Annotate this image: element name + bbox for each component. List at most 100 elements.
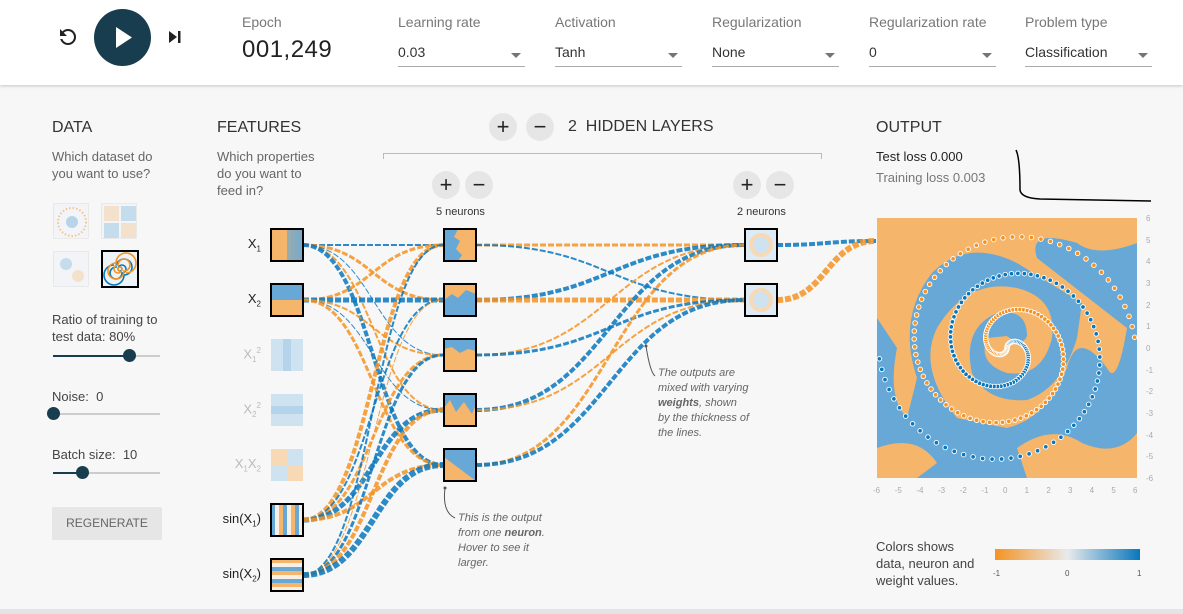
data-point xyxy=(1131,334,1138,340)
data-point xyxy=(948,339,954,345)
data-point xyxy=(986,419,993,426)
data-point xyxy=(1093,331,1099,337)
data-point xyxy=(1053,280,1060,287)
data-point xyxy=(1038,403,1044,409)
data-point xyxy=(1076,415,1083,422)
legend-tick: 0 xyxy=(1065,569,1070,578)
hidden1-neuron-5[interactable] xyxy=(443,448,477,482)
data-point xyxy=(948,324,955,330)
data-point xyxy=(1071,422,1077,429)
weight-link[interactable] xyxy=(302,299,444,576)
neuron-note-pointer xyxy=(444,487,456,519)
data-point xyxy=(1070,293,1077,299)
data-point xyxy=(1075,298,1082,304)
data-point xyxy=(1017,415,1024,421)
data-point xyxy=(1008,270,1015,277)
data-point xyxy=(1084,310,1090,316)
data-point xyxy=(1126,313,1132,320)
feature-node-5[interactable] xyxy=(271,449,303,481)
neuron-note-line2: from one xyxy=(458,527,502,539)
feature-node-3[interactable] xyxy=(271,339,303,371)
feature-node-1[interactable] xyxy=(270,228,304,262)
data-point xyxy=(915,359,921,365)
feature-node-6[interactable] xyxy=(270,503,304,537)
hidden1-neuron-2[interactable] xyxy=(443,283,477,317)
data-point xyxy=(1059,366,1066,372)
data-point xyxy=(1096,362,1103,368)
data-point xyxy=(882,376,888,383)
neuron-note-line1: This is the output xyxy=(458,512,542,524)
hidden2-neuron-1[interactable] xyxy=(744,228,778,262)
weights-note-line2: mixed with varying xyxy=(658,382,749,394)
hidden1-neuron-3[interactable] xyxy=(443,338,477,372)
data-point xyxy=(1052,386,1059,392)
weight-link[interactable] xyxy=(776,238,877,303)
x-tick: 6 xyxy=(1133,486,1138,495)
data-point xyxy=(937,267,943,274)
y-tick: -5 xyxy=(1146,452,1154,462)
data-point xyxy=(958,299,965,306)
hidden2-neuron-2[interactable] xyxy=(744,283,778,317)
y-tick: 6 xyxy=(1146,214,1151,223)
data-point xyxy=(1060,356,1067,362)
weight-link[interactable] xyxy=(302,299,444,411)
data-point xyxy=(911,328,918,334)
weights-note-bold: weights xyxy=(658,397,699,409)
data-point xyxy=(916,304,922,310)
data-point xyxy=(955,304,962,310)
data-point xyxy=(951,314,957,320)
legend-tick: 1 xyxy=(1137,569,1142,578)
weight-link[interactable] xyxy=(302,243,444,522)
y-tick: -1 xyxy=(1146,365,1154,375)
data-point xyxy=(1057,337,1063,344)
weights-note-line1: The outputs are xyxy=(658,367,736,379)
data-point xyxy=(911,336,917,342)
data-point xyxy=(1080,304,1086,310)
neuron-note-line4: larger. xyxy=(458,557,489,569)
output-title: OUTPUT xyxy=(876,119,942,136)
data-point xyxy=(1043,444,1049,450)
data-point xyxy=(1129,323,1135,330)
data-point xyxy=(979,280,986,286)
x-tick: -4 xyxy=(916,486,924,495)
data-point xyxy=(996,273,1002,279)
color-legend-bar xyxy=(995,549,1140,560)
network-canvas xyxy=(270,149,1152,592)
weights-note-line5: the lines. xyxy=(658,427,703,439)
feature-node-2[interactable] xyxy=(270,283,304,317)
data-point xyxy=(1041,274,1047,281)
data-point xyxy=(1074,250,1081,257)
y-tick: -4 xyxy=(1146,430,1154,440)
data-point xyxy=(1122,303,1128,310)
data-point xyxy=(962,295,968,301)
data-point xyxy=(970,454,976,460)
data-point xyxy=(961,413,967,419)
data-point xyxy=(1009,234,1016,240)
data-point xyxy=(942,444,948,451)
data-point xyxy=(967,415,973,422)
data-point xyxy=(989,456,995,462)
hidden1-neuron-1[interactable] xyxy=(443,228,477,262)
data-point xyxy=(998,456,1005,462)
y-tick: 2 xyxy=(1146,300,1151,310)
data-point xyxy=(1028,271,1034,278)
hidden1-neuron-4[interactable] xyxy=(443,393,477,427)
legend-text: Colors shows data, neuron and weight val… xyxy=(876,539,975,588)
weights-note: The outputs are mixed with varying weigh… xyxy=(658,366,758,441)
y-tick: 3 xyxy=(1146,279,1151,288)
feature-node-4[interactable] xyxy=(271,394,303,426)
data-point xyxy=(1096,370,1102,376)
data-point xyxy=(1091,262,1097,268)
data-point xyxy=(965,246,971,252)
feature-node-7[interactable] xyxy=(270,558,304,592)
neuron-note-pointer-dot xyxy=(443,486,447,490)
data-point xyxy=(1096,346,1103,352)
data-point xyxy=(1046,395,1052,401)
loss-curve xyxy=(1015,149,1152,202)
data-point xyxy=(1028,234,1035,241)
x-tick: 0 xyxy=(1003,486,1008,495)
y-tick: 1 xyxy=(1146,322,1151,332)
data-point xyxy=(1002,271,1008,278)
weights-note-line4: by the thickness of xyxy=(658,412,750,424)
data-point xyxy=(918,296,925,302)
